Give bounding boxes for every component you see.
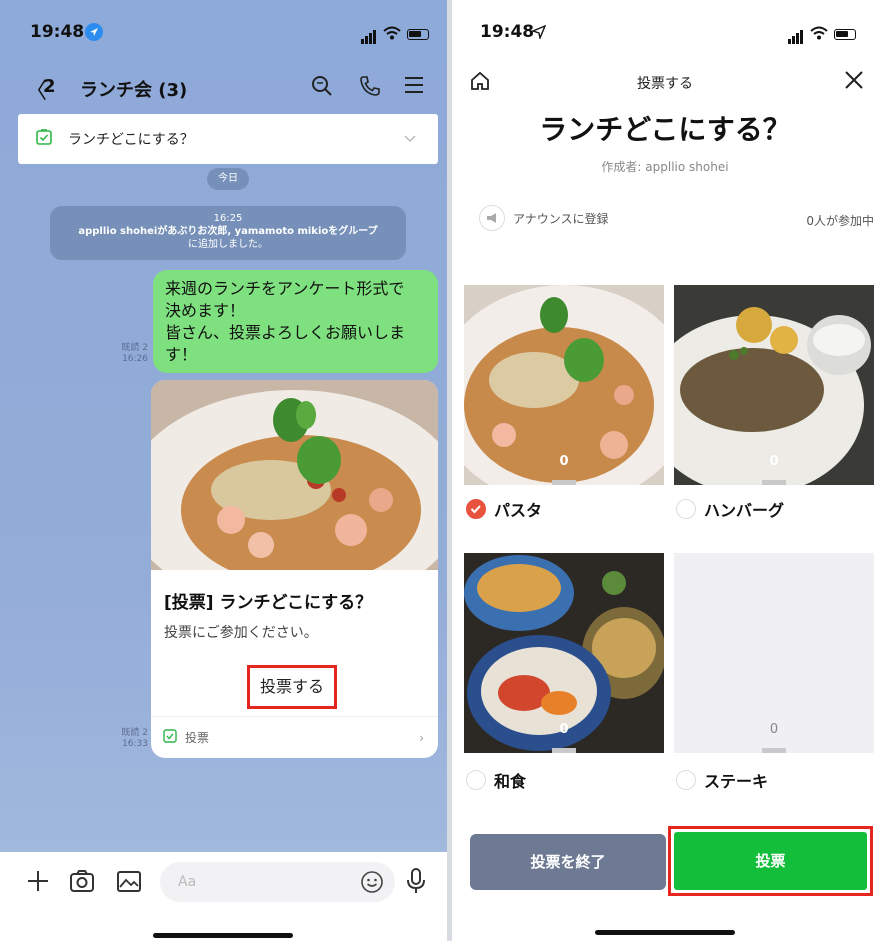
vote-link-button[interactable]: 投票する [247,665,337,709]
megaphone-icon [479,205,505,231]
radio-unchecked-icon[interactable] [466,770,486,790]
announce-label: アナウンスに登録 [513,211,609,226]
read-receipt: 既読 2 [121,728,148,738]
end-poll-button[interactable]: 投票を終了 [470,834,666,890]
option-image-pasta[interactable]: 0 [464,285,664,485]
system-message-line2: に追加しました。 [188,239,268,250]
option-label: パスタ [494,501,543,520]
battery-icon [407,29,429,40]
vote-count: 0 [769,722,779,737]
menu-icon[interactable] [403,74,425,100]
camera-icon[interactable] [69,869,95,897]
vote-bar [552,480,576,485]
vote-count: 0 [559,454,569,469]
option-label: ハンバーグ [704,501,785,520]
poll-card-footer[interactable]: 投票 › [151,716,438,758]
message-time: 16:26 [122,354,148,364]
signal-icon [361,25,377,44]
vote-header-title: 投票する [637,76,693,92]
option-label: ステーキ [704,772,769,791]
pinned-poll-banner[interactable]: ランチどこにする？ [18,114,438,164]
option-pasta[interactable]: パスタ [466,497,542,521]
poll-icon [36,129,52,149]
card-meta: 既読 2 16:33 [112,728,148,750]
poll-author: 作成者: appllio shohei [601,160,729,174]
signal-icon [788,25,804,44]
location-icon [84,22,104,46]
unread-count: 2 [43,76,56,97]
option-washoku[interactable]: 和食 [466,768,526,792]
wifi-icon [383,25,401,44]
system-message: 16:25 appllio shoheiがあぶりお次郎, yamamoto mi… [50,206,406,260]
microphone-icon[interactable] [406,867,426,899]
vote-button[interactable]: 投票 [674,832,867,890]
vote-bar [762,480,786,485]
vote-bar [762,748,786,753]
poll-card-footer-label: 投票 [185,731,210,745]
poll-title: ランチどこにする？ [539,113,791,146]
poll-card[interactable]: [投票] ランチどこにする？ 投票にご参加ください。 投票する 投票 › [151,380,438,758]
vote-count: 0 [559,722,569,737]
option-image-hamburg[interactable]: 0 [674,285,874,485]
message-time: 16:33 [122,739,148,749]
message-line: 皆さん、投票よろしくお願いしま [165,323,406,342]
input-bar: Aa [0,852,447,941]
close-icon[interactable] [842,68,866,96]
chevron-down-icon[interactable] [402,130,418,150]
message-bubble[interactable]: 来週のランチをアンケート形式で 決めます！ 皆さん、投票よろしくお願いしま す！ [153,270,438,373]
plus-icon[interactable] [26,869,50,897]
chevron-right-icon: › [419,730,424,745]
message-line: す！ [165,345,198,364]
home-indicator [153,933,293,938]
vote-screen: 19:48 投票する ランチどこにする？ 作成者: appllio shohei… [452,0,878,941]
radio-checked-icon[interactable] [466,499,486,519]
radio-unchecked-icon[interactable] [676,499,696,519]
option-image-washoku[interactable]: 0 [464,553,664,753]
battery-icon [834,29,856,40]
poll-card-subtitle: 投票にご参加ください。 [164,625,318,641]
status-time: 19:48 [480,22,535,42]
status-bar: 19:48 [452,0,878,60]
phone-icon[interactable] [358,74,382,102]
home-indicator [595,930,735,935]
chat-header: 〈 2 ランチ会 (3) [0,62,447,112]
vote-bar [552,748,576,753]
status-time: 19:48 [30,22,85,42]
option-steak[interactable]: ステーキ [676,768,768,792]
status-bar: 19:48 [0,0,447,60]
system-message-line1: appllio shoheiがあぶりお次郎, yamamoto mikioをグル… [78,226,378,237]
chat-screen: 19:48 〈 2 ランチ会 (3) ランチどこにする？ 今日 16:25 ap… [0,0,447,941]
emoji-icon[interactable] [360,870,384,898]
option-hamburg[interactable]: ハンバーグ [676,497,784,521]
option-image-steak[interactable]: 0 [674,553,874,753]
search-icon[interactable] [310,74,334,102]
date-chip: 今日 [207,168,249,190]
wifi-icon [810,25,828,44]
location-arrow-icon [531,24,547,43]
message-line: 来週のランチをアンケート形式で [165,279,405,298]
radio-unchecked-icon[interactable] [676,770,696,790]
vote-button-frame: 投票 [668,826,873,896]
pasta-photo [151,380,438,570]
image-icon[interactable] [116,869,142,897]
read-receipt: 既読 2 [121,343,148,353]
message-meta: 既読 2 16:26 [112,343,148,365]
announce-toggle[interactable]: アナウンスに登録 [479,205,609,231]
chat-title: ランチ会 (3) [80,80,188,101]
system-message-time: 16:25 [213,213,243,224]
pinned-text: ランチどこにする？ [68,132,194,148]
option-label: 和食 [494,772,527,791]
vote-count: 0 [769,454,779,469]
poll-icon [163,729,177,746]
message-line: 決めます！ [165,301,246,320]
poll-card-title: [投票] ランチどこにする？ [164,593,373,613]
participant-count: 0人が参加中 [806,214,874,228]
